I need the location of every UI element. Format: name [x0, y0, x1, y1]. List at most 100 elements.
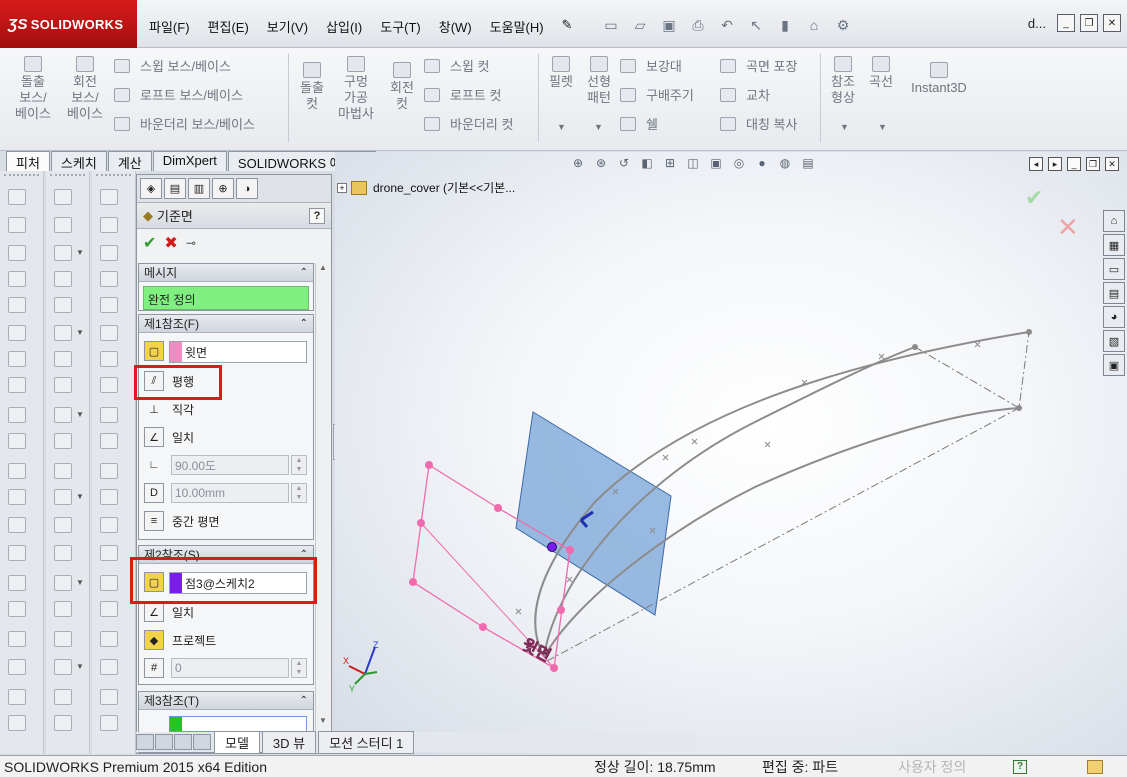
print-icon[interactable]: ⎙	[685, 14, 711, 36]
toolbar-tool-icon[interactable]	[54, 271, 72, 287]
menu-file[interactable]: 파일(F)	[140, 14, 199, 39]
zoom-to-fit-icon[interactable]: ⊕	[569, 156, 587, 172]
toolbar-tool-icon[interactable]	[8, 217, 26, 233]
toolbar-tool-icon[interactable]	[100, 715, 118, 731]
angle-icon[interactable]: ∟	[144, 455, 164, 475]
toolbar-tool-icon[interactable]	[8, 351, 26, 367]
toolbar-tool-icon[interactable]	[54, 463, 72, 479]
pin-menu-icon[interactable]: ✎	[553, 14, 582, 39]
scroll-down-icon[interactable]: ▼	[316, 716, 330, 730]
toolbar-tool-icon[interactable]	[54, 189, 72, 205]
pattern-dropdown-icon[interactable]: ▼	[594, 122, 603, 132]
display-manager-icon[interactable]: ◑	[236, 178, 258, 199]
help-icon[interactable]: ?	[1013, 759, 1027, 774]
intersect-button[interactable]: 교차	[720, 85, 770, 104]
toolbar-tool-icon[interactable]	[100, 217, 118, 233]
project-option[interactable]: ◆ 프로젝트	[144, 630, 216, 650]
collapse-icon[interactable]: ⌃	[300, 267, 308, 278]
rebuild-icon[interactable]: ▮	[772, 14, 798, 36]
viewport-restore-button[interactable]: ❐	[1086, 157, 1100, 171]
select-icon[interactable]: ↖	[743, 14, 769, 36]
section-view-icon[interactable]: ◧	[638, 156, 656, 172]
hide-show-items-icon[interactable]: ◎	[730, 156, 748, 172]
curves-button[interactable]: 곡선	[864, 56, 898, 90]
open-icon[interactable]: ▱	[627, 14, 653, 36]
toolbar-tool-icon[interactable]	[8, 545, 26, 561]
toolbar-tool-icon[interactable]	[8, 463, 26, 479]
toolbar-tool-icon[interactable]	[54, 433, 72, 449]
toolbar-tool-icon[interactable]	[100, 517, 118, 533]
toolbar-tool-icon[interactable]	[8, 659, 26, 675]
viewport-minimize-button[interactable]: _	[1067, 157, 1081, 171]
cancel-x-icon[interactable]: ✖	[164, 233, 177, 253]
pm-scrollbar[interactable]: ▲ ▼	[315, 263, 330, 730]
flyout-feature-tree[interactable]: + drone_cover (기본<<기본...	[337, 179, 515, 196]
toolbar-tool-icon[interactable]	[100, 601, 118, 617]
tab-sketch[interactable]: 스케치	[50, 151, 107, 171]
toolbar-tool-icon[interactable]	[100, 433, 118, 449]
toolbar-tool-icon[interactable]	[100, 545, 118, 561]
toolbar-tool-icon[interactable]	[100, 659, 118, 675]
collapse-icon[interactable]: ⌃	[300, 318, 308, 329]
toolbar-tool-icon[interactable]	[54, 297, 72, 313]
extrude-cut-button[interactable]: 돌출 컷	[294, 62, 330, 112]
custom-properties-icon[interactable]: ▧	[1103, 330, 1125, 352]
design-library-icon[interactable]: ▭	[1103, 258, 1125, 280]
toolbar-tool-icon[interactable]	[54, 407, 72, 423]
toolbar-tool-icon[interactable]	[8, 631, 26, 647]
graphics-area[interactable]: Z X Y 윗면 ⊕ ⊛ ↺ ◧ ⊞ ◫ ▣ ◎ ● ◍ ▤ ◂ ▸ _ ❐ ✕…	[335, 152, 1127, 754]
toolbar-tool-icon[interactable]	[54, 659, 72, 675]
toolbar-tool-icon[interactable]	[8, 271, 26, 287]
ref-geometry-dropdown-icon[interactable]: ▼	[840, 122, 849, 132]
scroll-up-icon[interactable]: ▲	[316, 263, 330, 277]
mirror-button[interactable]: 대칭 복사	[720, 114, 797, 133]
instances-input[interactable]: 0	[171, 658, 289, 678]
toolbar-tool-icon[interactable]	[100, 297, 118, 313]
toolbar-tool-icon[interactable]	[8, 575, 26, 591]
sweep-cut-button[interactable]: 스윕 컷	[424, 56, 490, 75]
first-reference-field[interactable]: 윗면	[169, 341, 307, 363]
toolbar-tool-icon[interactable]	[54, 631, 72, 647]
tab-motion-study[interactable]: 모션 스터디 1	[318, 730, 415, 754]
menu-edit[interactable]: 편집(E)	[199, 14, 258, 39]
shell-button[interactable]: 쉘	[620, 114, 658, 133]
apply-scene-icon[interactable]: ◍	[776, 156, 794, 172]
toolbar-tool-icon[interactable]	[54, 325, 72, 341]
split-right-icon[interactable]: ▸	[1048, 157, 1062, 171]
toolbar-tool-icon[interactable]	[100, 245, 118, 261]
help-button[interactable]: ?	[309, 207, 325, 224]
draft-button[interactable]: 구배주기	[620, 85, 694, 104]
toolbar-tool-icon[interactable]	[54, 545, 72, 561]
collapse-icon[interactable]: ⌃	[300, 695, 308, 706]
dropdown-arrow-icon[interactable]: ▼	[76, 410, 84, 419]
toolbar-tool-icon[interactable]	[100, 377, 118, 393]
view-settings-icon[interactable]: ▤	[799, 156, 817, 172]
dropdown-arrow-icon[interactable]: ▼	[76, 248, 84, 257]
toolbar-tool-icon[interactable]	[54, 575, 72, 591]
toolbar-tool-icon[interactable]	[54, 351, 72, 367]
viewport-close-button[interactable]: ✕	[1105, 157, 1119, 171]
fillet-dropdown-icon[interactable]: ▼	[557, 122, 566, 132]
first-tab-icon[interactable]	[136, 734, 154, 750]
hole-wizard-button[interactable]: 구멍 가공 마법사	[334, 56, 378, 122]
restore-button[interactable]: ❐	[1080, 14, 1098, 32]
sweep-boss-button[interactable]: 스윕 보스/베이스	[114, 56, 231, 75]
toolbar-tool-icon[interactable]	[100, 575, 118, 591]
toolbar-tool-icon[interactable]	[100, 689, 118, 705]
dropdown-arrow-icon[interactable]: ▼	[76, 578, 84, 587]
tab-3d-views[interactable]: 3D 뷰	[261, 730, 317, 754]
angle-spinner[interactable]: ▲ ▼	[291, 455, 307, 475]
coincident-option[interactable]: ∠ 일치	[144, 427, 194, 447]
toolbar-tool-icon[interactable]	[8, 297, 26, 313]
view-orientation-icon[interactable]: ◫	[684, 156, 702, 172]
toolbar-tool-icon[interactable]	[8, 189, 26, 205]
fillet-button[interactable]: 필렛	[544, 56, 578, 90]
toolbar-tool-icon[interactable]	[8, 601, 26, 617]
property-manager-icon[interactable]: ▤	[164, 178, 186, 199]
toolbar-tool-icon[interactable]	[100, 463, 118, 479]
menu-help[interactable]: 도움말(H)	[481, 14, 553, 39]
revolve-boss-button[interactable]: 회전 보스/ 베이스	[62, 56, 108, 122]
save-icon[interactable]: ▣	[656, 14, 682, 36]
menu-view[interactable]: 보기(V)	[258, 14, 317, 39]
linear-pattern-button[interactable]: 선형 패턴	[580, 56, 618, 106]
